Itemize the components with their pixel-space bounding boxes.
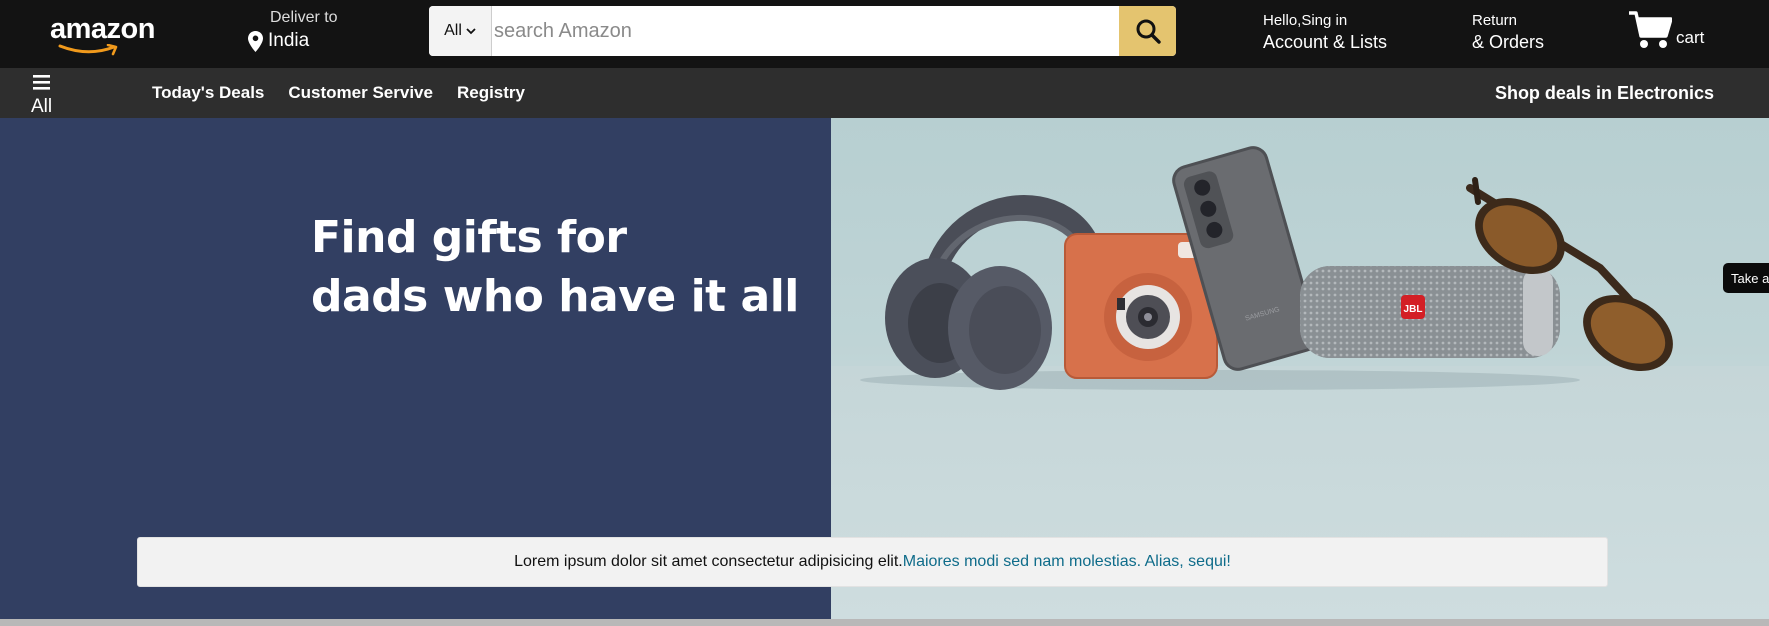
deliver-location: India (268, 30, 310, 51)
account-greeting: Hello,Sing in (1263, 12, 1348, 29)
subnav-link-registry[interactable]: Registry (457, 83, 525, 103)
all-menu-button[interactable]: All (31, 72, 71, 117)
search-icon (1136, 19, 1161, 44)
subnav-links: Today's Deals Customer Servive Registry (152, 83, 525, 103)
search-input[interactable] (492, 6, 1119, 56)
account-lists[interactable]: Hello,Sing in Account & Lists (1263, 12, 1387, 53)
shop-deals-link[interactable]: Shop deals in Electronics (1495, 83, 1714, 104)
subnav-link-customer-service[interactable]: Customer Servive (288, 83, 433, 103)
notice-link[interactable]: Maiores modi sed nam molestias. Alias, s… (903, 553, 1231, 571)
deliver-label: Deliver to (270, 9, 338, 26)
hero-banner[interactable]: Find gifts for dads who have it all SAMS… (0, 118, 1769, 619)
speaker-image: JBL (1300, 266, 1560, 358)
notice-text: Lorem ipsum dolor sit amet consectetur a… (514, 553, 903, 570)
all-menu-label: All (31, 96, 53, 117)
subnav-link-todays-deals[interactable]: Today's Deals (152, 83, 264, 103)
headphones-image (885, 195, 1106, 390)
logo-text: amazon (50, 13, 155, 45)
side-feedback-tab[interactable]: Take a (1723, 263, 1769, 293)
location-pin-icon (248, 31, 263, 52)
notice-bar: Lorem ipsum dolor sit amet consectetur a… (137, 537, 1608, 587)
returns-orders[interactable]: Return & Orders (1472, 12, 1544, 53)
logo-smile-icon (58, 44, 118, 56)
search-category-select[interactable]: All (429, 6, 492, 56)
search-category-label: All (444, 22, 462, 39)
search-bar: All (429, 6, 1176, 56)
amazon-logo[interactable]: amazon (50, 14, 160, 56)
cart-label: cart (1676, 28, 1705, 47)
speaker-brand-text: JBL (1404, 304, 1423, 315)
orders-line2: & Orders (1472, 32, 1545, 52)
secondary-navbar: All Today's Deals Customer Servive Regis… (0, 68, 1769, 118)
top-navbar: amazon Deliver to India All Hello (0, 0, 1769, 68)
account-label: Account & Lists (1263, 32, 1388, 52)
orders-line1: Return (1472, 12, 1518, 29)
hamburger-icon (33, 75, 50, 90)
chevron-down-icon (466, 28, 476, 35)
cart-icon (1629, 11, 1672, 48)
search-button[interactable] (1119, 6, 1176, 56)
